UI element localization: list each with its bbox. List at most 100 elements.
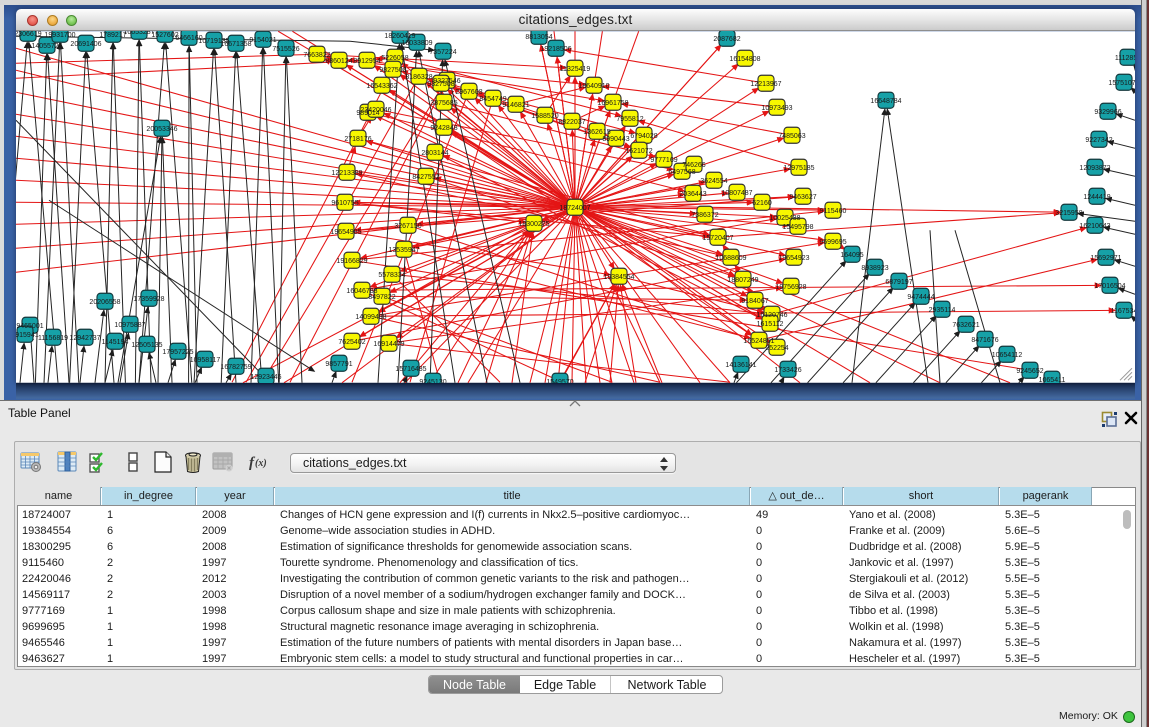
svg-text:10654112: 10654112 [992, 352, 1023, 359]
svg-text:1145194: 1145194 [102, 339, 129, 346]
svg-text:62160: 62160 [752, 200, 772, 207]
svg-text:10688609: 10688609 [715, 255, 746, 262]
svg-text:10973493: 10973493 [761, 105, 792, 112]
svg-text:8813054: 8813054 [525, 34, 552, 41]
svg-text:19384554: 19384554 [603, 274, 634, 281]
svg-text:8186328: 8186328 [405, 74, 432, 81]
svg-text:9329966: 9329966 [1094, 109, 1121, 116]
svg-text:252254: 252254 [765, 345, 788, 352]
svg-text:9146821: 9146821 [502, 102, 529, 109]
svg-text:18724007: 18724007 [559, 205, 590, 212]
svg-text:8822037: 8822037 [558, 119, 585, 126]
svg-text:1112853: 1112853 [1115, 55, 1135, 62]
svg-text:19654923: 19654923 [778, 255, 809, 262]
svg-text:1244419: 1244419 [1083, 194, 1110, 201]
svg-text:15716485: 15716485 [395, 366, 426, 373]
svg-text:15495798: 15495798 [782, 224, 813, 231]
svg-text:7485063: 7485063 [778, 133, 805, 140]
svg-text:5226058: 5226058 [381, 55, 408, 62]
svg-text:16671358: 16671358 [220, 41, 251, 48]
svg-text:3624554: 3624554 [700, 178, 727, 185]
svg-text:11325419: 11325419 [560, 66, 591, 73]
svg-text:9327508: 9327508 [427, 81, 454, 88]
svg-text:12213967: 12213967 [750, 81, 781, 88]
svg-text:15720407: 15720407 [702, 235, 733, 242]
svg-text:1621072: 1621072 [625, 148, 652, 155]
svg-text:12923446: 12923446 [250, 374, 281, 381]
svg-text:3875685: 3875685 [430, 100, 457, 107]
svg-text:16543362: 16543362 [366, 83, 397, 90]
svg-text:16210643: 16210643 [1079, 223, 1110, 230]
svg-text:9227342: 9227342 [1085, 137, 1112, 144]
svg-text:19654985: 19654985 [330, 229, 361, 236]
svg-text:2306619: 2306619 [16, 31, 42, 38]
svg-text:18640910: 18640910 [578, 83, 609, 90]
svg-text:16524851: 16524851 [743, 338, 774, 345]
svg-text:12093872: 12093872 [1079, 165, 1110, 172]
svg-text:2718176: 2718176 [344, 136, 371, 143]
svg-text:16648784: 16648784 [870, 98, 901, 105]
svg-text:12975185: 12975185 [783, 165, 814, 172]
svg-text:8912954: 8912954 [353, 58, 380, 65]
svg-text:8990443: 8990443 [602, 136, 629, 143]
svg-text:9610755: 9610755 [331, 200, 358, 207]
svg-text:3267150: 3267150 [394, 223, 421, 230]
svg-text:7357224: 7357224 [429, 49, 456, 56]
svg-text:10025438: 10025438 [769, 215, 800, 222]
svg-text:10975887: 10975887 [114, 322, 145, 329]
svg-text:1167534: 1167534 [1111, 308, 1135, 315]
svg-text:2803144: 2803144 [421, 150, 448, 157]
svg-text:9245652: 9245652 [1016, 368, 1043, 375]
svg-text:17957225: 17957225 [162, 349, 193, 356]
svg-text:3915941: 3915941 [16, 332, 39, 339]
svg-text:16914479: 16914479 [373, 341, 404, 348]
svg-text:16154808: 16154808 [729, 56, 760, 63]
svg-text:12505135: 12505135 [131, 342, 162, 349]
svg-text:5578334: 5578334 [378, 272, 405, 279]
svg-text:9699695: 9699695 [819, 239, 846, 246]
svg-text:18260419: 18260419 [384, 33, 415, 40]
svg-text:15751074: 15751074 [1108, 80, 1135, 87]
svg-text:12213389: 12213389 [331, 170, 362, 177]
svg-text:20053346: 20053346 [146, 126, 177, 133]
svg-text:14136141: 14136141 [725, 362, 756, 369]
svg-text:17016504: 17016504 [1094, 283, 1125, 290]
svg-text:9245130: 9245130 [419, 379, 446, 383]
svg-text:9242848: 9242848 [430, 125, 457, 132]
svg-text:19166829: 19166829 [336, 258, 367, 265]
svg-text:2087682: 2087682 [713, 36, 740, 43]
svg-text:11156819: 11156819 [38, 335, 68, 342]
svg-text:1362615: 1362615 [583, 129, 610, 136]
svg-text:8938923: 8938923 [861, 265, 888, 272]
svg-text:18300275: 18300275 [518, 221, 549, 228]
svg-text:9857791: 9857791 [325, 361, 352, 368]
svg-text:8860124: 8860124 [325, 58, 352, 65]
svg-text:1549570: 1549570 [546, 379, 573, 383]
svg-text:16033809: 16033809 [401, 40, 432, 47]
svg-text:9154021: 9154021 [249, 37, 276, 44]
svg-text:2967608: 2967608 [455, 89, 482, 96]
svg-text:6879197: 6879197 [885, 279, 912, 286]
svg-text:15692971: 15692971 [1090, 255, 1121, 262]
svg-text:10958117: 10958117 [190, 357, 221, 364]
svg-text:1588520: 1588520 [531, 113, 558, 120]
svg-text:2036443: 2036443 [679, 191, 706, 198]
svg-text:9827508: 9827508 [379, 67, 406, 74]
svg-text:7625402: 7625402 [338, 339, 365, 346]
svg-text:16961758: 16961758 [597, 100, 628, 107]
svg-text:14099488: 14099488 [355, 314, 386, 321]
svg-text:19218506: 19218506 [540, 46, 571, 53]
svg-text:23420046: 23420046 [360, 107, 391, 114]
svg-text:9463627: 9463627 [789, 194, 816, 201]
svg-text:9184067: 9184067 [741, 298, 768, 305]
svg-text:20691406: 20691406 [70, 41, 101, 48]
svg-text:9474444: 9474444 [907, 294, 934, 301]
svg-text:8427552: 8427552 [412, 174, 439, 181]
svg-text:19756928: 19756928 [775, 284, 806, 291]
svg-text:3497822: 3497822 [368, 294, 395, 301]
svg-text:(x): (x) [255, 458, 267, 469]
svg-text:9777169: 9777169 [650, 157, 677, 164]
svg-text:6497568: 6497568 [668, 169, 695, 176]
svg-text:18807249: 18807249 [727, 277, 758, 284]
svg-text:14055724: 14055724 [31, 43, 62, 50]
